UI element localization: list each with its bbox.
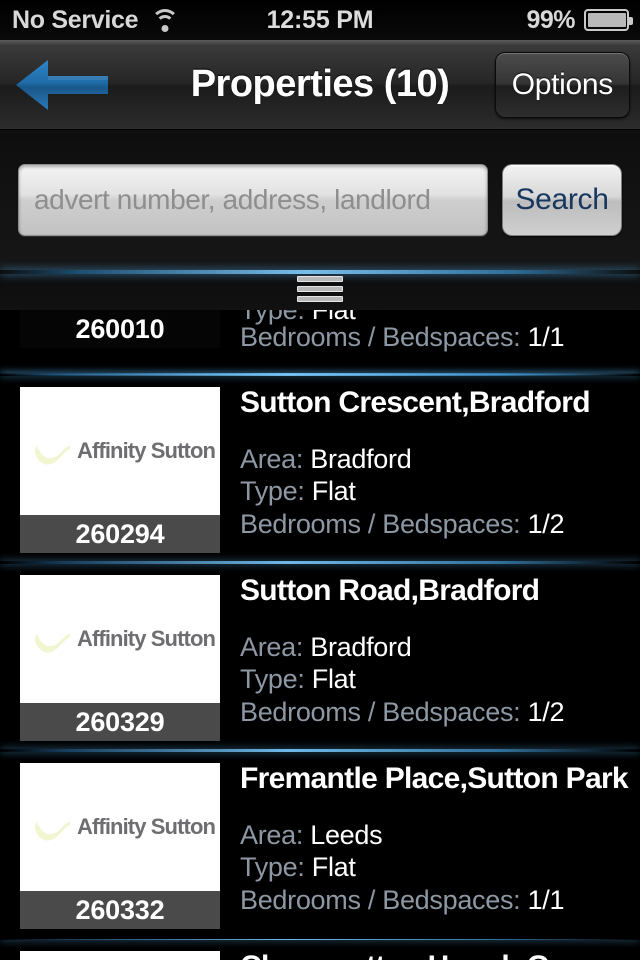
area-value: Bradford — [310, 631, 412, 662]
property-row[interactable]: Affinity Sutton 260332 Fremantle Place,Sut… — [0, 749, 640, 939]
affinity-sutton-logo: Affinity Sutton — [29, 430, 216, 472]
bedrooms-label: Bedrooms / Bedspaces: — [240, 885, 521, 916]
property-bedrooms: Bedrooms / Bedspaces: 1/1 — [240, 321, 630, 354]
search-input[interactable]: advert number, address, landlord — [18, 164, 488, 236]
affinity-sutton-wordmark: Affinity Sutton — [77, 626, 216, 651]
property-type: Type: Flat — [240, 475, 630, 508]
list-resize-area — [0, 270, 640, 310]
property-thumbnail: Affinity Sutton 260329 — [20, 575, 220, 741]
landlord-logo-image: Affinity Sutton — [20, 575, 220, 703]
property-row[interactable]: Affinity SuttonCherrysutton,Hough GreenA… — [0, 939, 640, 960]
battery-icon — [584, 9, 633, 31]
search-bar: advert number, address, landlord Search — [0, 130, 640, 270]
property-bedrooms: Bedrooms / Bedspaces: 1/2 — [240, 696, 630, 729]
area-label: Area: — [240, 443, 304, 474]
property-area: Area: Leeds — [240, 819, 630, 852]
property-details: Fremantle Place,Sutton Park Area: Leeds Ty… — [220, 763, 640, 917]
navigation-bar: Properties (10) Options — [0, 40, 640, 130]
wifi-icon — [150, 8, 180, 32]
property-row[interactable]: Affinity Sutton 260329 Sutton Road,Bradfor… — [0, 561, 640, 751]
property-address: Sutton Road,Bradford — [240, 575, 540, 607]
advert-number-label: 260294 — [20, 515, 220, 553]
landlord-logo-image: Affinity Sutton — [20, 951, 220, 960]
property-bedrooms: Bedrooms / Bedspaces: 1/2 — [240, 508, 630, 541]
property-thumbnail: Affinity Sutton 260294 — [20, 387, 220, 553]
affinity-sutton-wordmark: Affinity Sutton — [77, 438, 216, 463]
landlord-logo-image: Affinity Sutton — [20, 387, 220, 515]
affinity-sutton-logo: Affinity Sutton — [29, 806, 216, 848]
status-bar-right: 99% — [526, 6, 640, 35]
area-value: Bradford — [310, 443, 412, 474]
property-details: Cherrysutton,Hough GreenArea: Type: Bedr… — [220, 951, 640, 960]
affinity-globe-icon — [29, 806, 71, 848]
property-type: Type: Flat — [240, 663, 630, 696]
property-thumbnail: Affinity Sutton260010 — [20, 310, 220, 348]
affinity-sutton-logo: Affinity Sutton — [29, 618, 216, 660]
advert-number-label: 260329 — [20, 703, 220, 741]
area-label: Area: — [240, 819, 304, 850]
property-type: Type: Flat — [240, 851, 630, 884]
bedrooms-value: 1/1 — [527, 885, 565, 916]
type-value: Flat — [311, 852, 356, 883]
property-details: Sutton Crescent,Bradford Area: Bradford Ty… — [220, 387, 640, 541]
bedrooms-label: Bedrooms / Bedspaces: — [240, 697, 521, 728]
property-thumbnail: Affinity Sutton 260332 — [20, 763, 220, 929]
advert-number-label: 260332 — [20, 891, 220, 929]
type-label: Type: — [240, 664, 305, 695]
landlord-logo-image: Affinity Sutton — [20, 763, 220, 891]
drag-handle[interactable] — [297, 276, 343, 302]
property-address: Sutton Crescent,Bradford — [240, 387, 591, 419]
property-list[interactable]: Affinity Sutton260010Area: Type: FlatBed… — [0, 310, 640, 960]
search-button[interactable]: Search — [502, 164, 622, 236]
area-label: Area: — [240, 631, 304, 662]
carrier-label: No Service — [12, 5, 139, 34]
status-bar: No Service 12:55 PM 99% — [0, 0, 640, 40]
options-button[interactable]: Options — [494, 51, 630, 118]
affinity-sutton-wordmark: Affinity Sutton — [77, 814, 216, 839]
property-bedrooms: Bedrooms / Bedspaces: 1/1 — [240, 884, 630, 917]
affinity-globe-icon — [29, 618, 71, 660]
property-details: Area: Type: FlatBedrooms / Bedspaces: 1/… — [220, 310, 640, 354]
property-row[interactable]: Affinity Sutton 260294 Sutton Crescent,Bra… — [0, 373, 640, 563]
affinity-globe-icon — [29, 430, 71, 472]
battery-percent-label: 99% — [526, 5, 575, 34]
property-row[interactable]: Affinity Sutton260010Area: Type: FlatBed… — [0, 310, 640, 375]
property-area: Area: Bradford — [240, 443, 630, 476]
bedrooms-value: 1/1 — [527, 321, 565, 352]
divider-glow-top — [0, 270, 640, 274]
property-area: Area: Bradford — [240, 631, 630, 664]
type-label: Type: — [240, 852, 305, 883]
back-arrow-icon — [16, 59, 108, 110]
type-label: Type: — [240, 476, 305, 507]
area-value: Leeds — [310, 819, 383, 850]
property-thumbnail: Affinity Sutton — [20, 951, 220, 960]
app-screen: No Service 12:55 PM 99% Properties (10) … — [0, 0, 640, 960]
property-address: Fremantle Place,Sutton Park — [240, 763, 629, 795]
property-details: Sutton Road,Bradford Area: Bradford Type: … — [220, 575, 640, 729]
type-value: Flat — [311, 664, 356, 695]
bedrooms-label: Bedrooms / Bedspaces: — [240, 509, 521, 540]
advert-number-label: 260010 — [20, 310, 220, 348]
type-value: Flat — [311, 476, 356, 507]
status-bar-left: No Service — [0, 6, 180, 35]
back-button[interactable] — [14, 58, 110, 112]
property-address: Cherrysutton,Hough Green — [240, 951, 630, 960]
bedrooms-value: 1/2 — [527, 509, 565, 540]
bedrooms-value: 1/2 — [527, 697, 565, 728]
bedrooms-label: Bedrooms / Bedspaces: — [240, 321, 521, 352]
